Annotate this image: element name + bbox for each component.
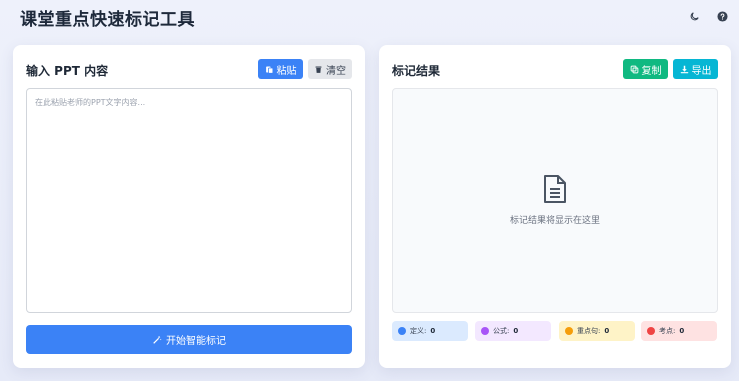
input-panel: 输入 PPT 内容 粘贴 清空 开始智能标记 — [13, 45, 365, 368]
download-icon — [680, 65, 688, 73]
definition-count-badge: 定义: 0 — [392, 321, 468, 341]
exam-point-count: 0 — [679, 327, 685, 335]
key-sentence-label: 重点句: — [577, 327, 601, 335]
moon-icon[interactable] — [687, 9, 701, 23]
empty-result-text: 标记结果将显示在这里 — [509, 216, 600, 226]
input-panel-title: 输入 PPT 内容 — [26, 64, 109, 78]
clear-button-label: 清空 — [326, 65, 346, 77]
paste-button-label: 粘贴 — [276, 65, 297, 77]
start-marking-label: 开始智能标记 — [166, 336, 226, 347]
app-title: 课堂重点快速标记工具 — [20, 10, 195, 30]
result-display: 标记结果将显示在这里 — [392, 88, 718, 313]
definition-dot — [398, 327, 406, 335]
export-button-label: 导出 — [691, 65, 712, 77]
magic-wand-icon — [153, 335, 162, 344]
document-icon — [544, 175, 566, 203]
clipboard-icon — [265, 66, 273, 74]
copy-icon — [630, 65, 638, 73]
definition-label: 定义: — [410, 327, 427, 335]
copy-button-label: 复制 — [641, 65, 662, 77]
formula-label: 公式: — [493, 327, 510, 335]
ppt-content-input[interactable] — [26, 88, 352, 313]
formula-count-badge: 公式: 0 — [475, 321, 551, 341]
result-panel-title: 标记结果 — [392, 64, 441, 78]
help-icon[interactable] — [715, 9, 729, 23]
start-marking-button[interactable]: 开始智能标记 — [26, 325, 352, 354]
export-button[interactable]: 导出 — [673, 59, 718, 79]
top-toolbar — [687, 9, 729, 23]
trash-icon — [315, 66, 322, 73]
exam-point-dot — [647, 327, 655, 335]
formula-dot — [481, 327, 489, 335]
copy-button[interactable]: 复制 — [623, 59, 668, 79]
formula-count: 0 — [513, 327, 519, 335]
key-sentence-count: 0 — [604, 327, 610, 335]
key-sentence-dot — [565, 327, 573, 335]
clear-button[interactable]: 清空 — [308, 59, 352, 79]
result-panel: 标记结果 复制 导出 标记结果将显示在这里 定义: 0 公式: 0 重点句: 0… — [379, 45, 731, 368]
paste-button[interactable]: 粘贴 — [258, 59, 303, 79]
definition-count: 0 — [430, 327, 436, 335]
key-sentence-count-badge: 重点句: 0 — [559, 321, 635, 341]
exam-point-count-badge: 考点: 0 — [641, 321, 717, 341]
exam-point-label: 考点: — [659, 327, 676, 335]
